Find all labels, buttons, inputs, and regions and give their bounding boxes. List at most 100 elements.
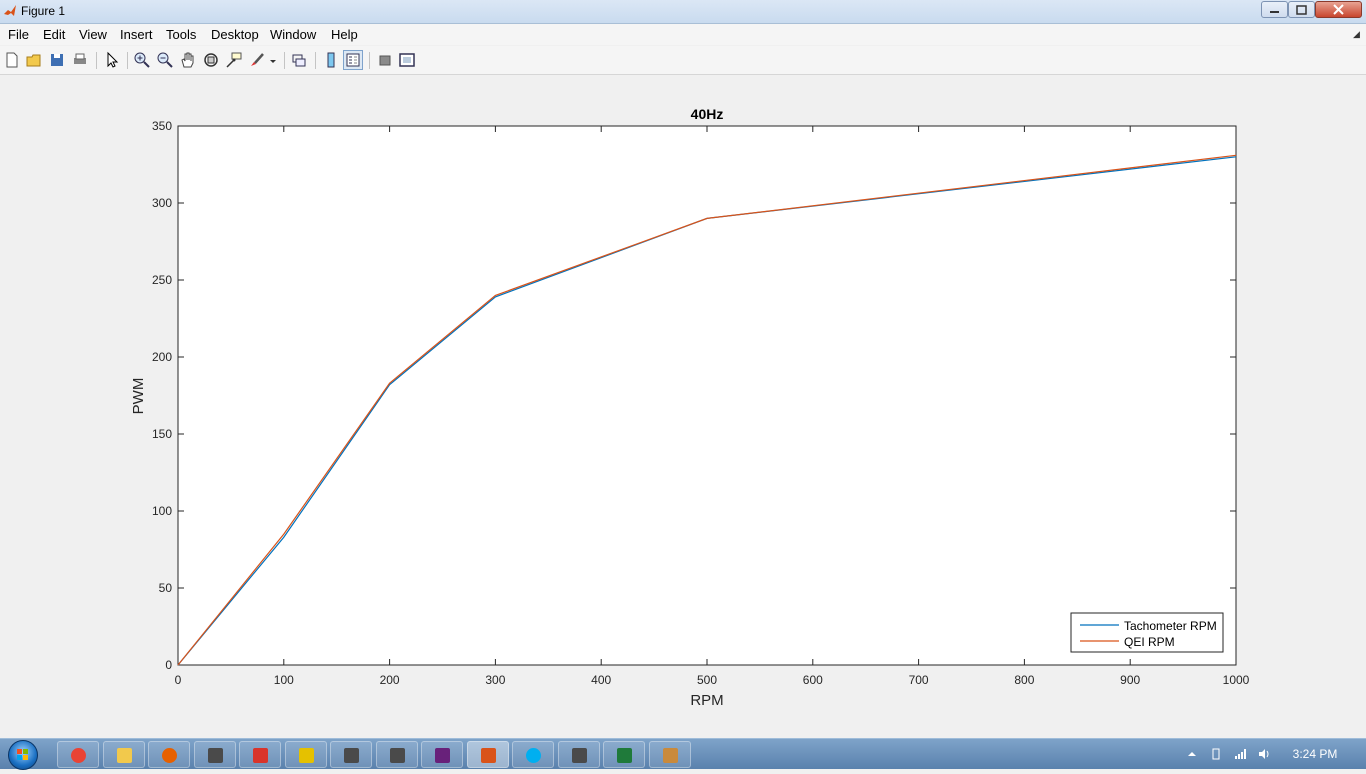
y-axis-label: PWM: [130, 378, 147, 415]
show-plot-tools-icon[interactable]: [398, 51, 416, 69]
line-chart: 0 100 200 300 400 500 600 700 800 900 1000 0 50 100 15…: [130, 106, 1250, 709]
device-icon[interactable]: [1210, 748, 1222, 760]
taskbar-button-app[interactable]: [375, 741, 418, 768]
legend-label-tachometer: Tachometer RPM: [1124, 619, 1217, 633]
y-tick-label: 300: [152, 196, 172, 210]
menu-file[interactable]: File: [8, 27, 29, 42]
menu-help[interactable]: Help: [331, 27, 358, 42]
open-file-icon[interactable]: [25, 51, 43, 69]
firefox-icon: [162, 748, 177, 763]
taskbar-button-tool[interactable]: [284, 741, 327, 768]
toolbar-separator: [127, 52, 128, 69]
save-icon[interactable]: [48, 51, 66, 69]
show-hidden-icons-icon[interactable]: [1186, 748, 1198, 760]
link-plot-icon[interactable]: [290, 51, 308, 69]
start-button[interactable]: [8, 740, 38, 770]
app-icon: [207, 748, 223, 763]
taskbar-button-paint[interactable]: [648, 741, 691, 768]
restore-icon: [1296, 5, 1307, 15]
maximize-button[interactable]: [1288, 1, 1315, 18]
network-signal-icon[interactable]: [1234, 748, 1246, 760]
menu-edit[interactable]: Edit: [43, 27, 65, 42]
toolbar-separator: [315, 52, 316, 69]
x-tick-label: 300: [485, 673, 505, 687]
figure-toolbar: [0, 46, 1366, 75]
system-clock[interactable]: 3:24 PM: [1280, 747, 1350, 761]
menu-window[interactable]: Window: [270, 27, 316, 42]
window-titlebar[interactable]: Figure 1: [0, 0, 1366, 24]
close-button[interactable]: [1315, 1, 1362, 18]
y-tick-label: 0: [165, 658, 172, 672]
x-tick-label: 800: [1014, 673, 1034, 687]
taskbar-button-visual-studio[interactable]: [421, 741, 463, 768]
taskbar-button-app[interactable]: [557, 741, 600, 768]
zoom-in-icon[interactable]: [133, 51, 151, 69]
menu-bar: File Edit View Insert Tools Desktop Wind…: [0, 24, 1366, 45]
x-tick-label: 200: [380, 673, 400, 687]
taskbar-button-matlab[interactable]: [466, 741, 509, 768]
toolbar-separator: [96, 52, 97, 69]
menu-desktop[interactable]: Desktop: [211, 27, 259, 42]
print-icon[interactable]: [71, 51, 89, 69]
hide-plot-tools-icon[interactable]: [376, 51, 394, 69]
edit-plot-arrow-icon[interactable]: [103, 51, 121, 69]
taskbar-button-app[interactable]: [193, 741, 236, 768]
taskbar-button-skype[interactable]: [512, 741, 554, 768]
file-explorer-icon: [116, 748, 132, 763]
menu-dock-arrow-icon[interactable]: ◢: [1353, 29, 1360, 40]
acrobat-icon: [253, 748, 268, 763]
taskbar-button-excel[interactable]: [603, 741, 645, 768]
paint-icon: [662, 748, 678, 763]
x-tick-label: 400: [591, 673, 611, 687]
menu-view[interactable]: View: [79, 27, 107, 42]
app-icon: [389, 748, 405, 763]
tool-icon: [298, 748, 314, 763]
new-figure-icon[interactable]: [3, 51, 21, 69]
close-icon: [1333, 4, 1344, 15]
minimize-icon: [1270, 11, 1279, 13]
pan-hand-icon[interactable]: [179, 51, 197, 69]
y-tick-label: 100: [152, 504, 172, 518]
volume-icon[interactable]: [1258, 748, 1270, 760]
app-icon: [571, 748, 587, 763]
x-tick-label: 0: [175, 673, 182, 687]
taskbar-button-app[interactable]: [330, 741, 372, 768]
menu-tools[interactable]: Tools: [166, 27, 196, 42]
skype-icon: [526, 748, 541, 763]
app-icon: [344, 748, 359, 763]
rotate-3d-icon[interactable]: [202, 51, 220, 69]
toolbar-separator: [284, 52, 285, 69]
visual-studio-icon: [435, 748, 450, 763]
matlab-logo-icon: [4, 5, 16, 16]
taskbar-button-firefox[interactable]: [148, 741, 190, 768]
brush-icon[interactable]: [248, 51, 266, 69]
taskbar-button-chrome[interactable]: [57, 741, 99, 768]
y-tick-label: 50: [159, 581, 173, 595]
taskbar-button-file-explorer[interactable]: [102, 741, 145, 768]
data-cursor-icon[interactable]: [225, 51, 243, 69]
insert-legend-icon[interactable]: [343, 50, 363, 70]
menu-insert[interactable]: Insert: [120, 27, 153, 42]
matlab-icon: [480, 748, 496, 763]
legend[interactable]: Tachometer RPM QEI RPM: [1070, 612, 1224, 653]
plot-background: [177, 125, 1237, 666]
brush-dropdown-icon[interactable]: [268, 51, 278, 69]
toolbar-separator: [369, 52, 370, 69]
minimize-button[interactable]: [1261, 1, 1288, 18]
x-tick-label: 1000: [1223, 673, 1250, 687]
x-tick-label: 500: [697, 673, 717, 687]
window-title: Figure 1: [21, 4, 66, 18]
x-axis-label: RPM: [690, 692, 723, 709]
y-tick-label: 250: [152, 273, 172, 287]
windows-taskbar: 3:24 PM: [0, 738, 1366, 770]
y-tick-label: 150: [152, 427, 172, 441]
taskbar-button-acrobat[interactable]: [239, 741, 281, 768]
x-tick-label: 100: [274, 673, 294, 687]
y-tick-label: 350: [152, 119, 172, 133]
chart-title: 40Hz: [691, 106, 724, 122]
x-tick-label: 900: [1120, 673, 1140, 687]
y-tick-label: 200: [152, 350, 172, 364]
insert-colorbar-icon[interactable]: [322, 51, 340, 69]
zoom-out-icon[interactable]: [156, 51, 174, 69]
chrome-icon: [71, 748, 86, 763]
